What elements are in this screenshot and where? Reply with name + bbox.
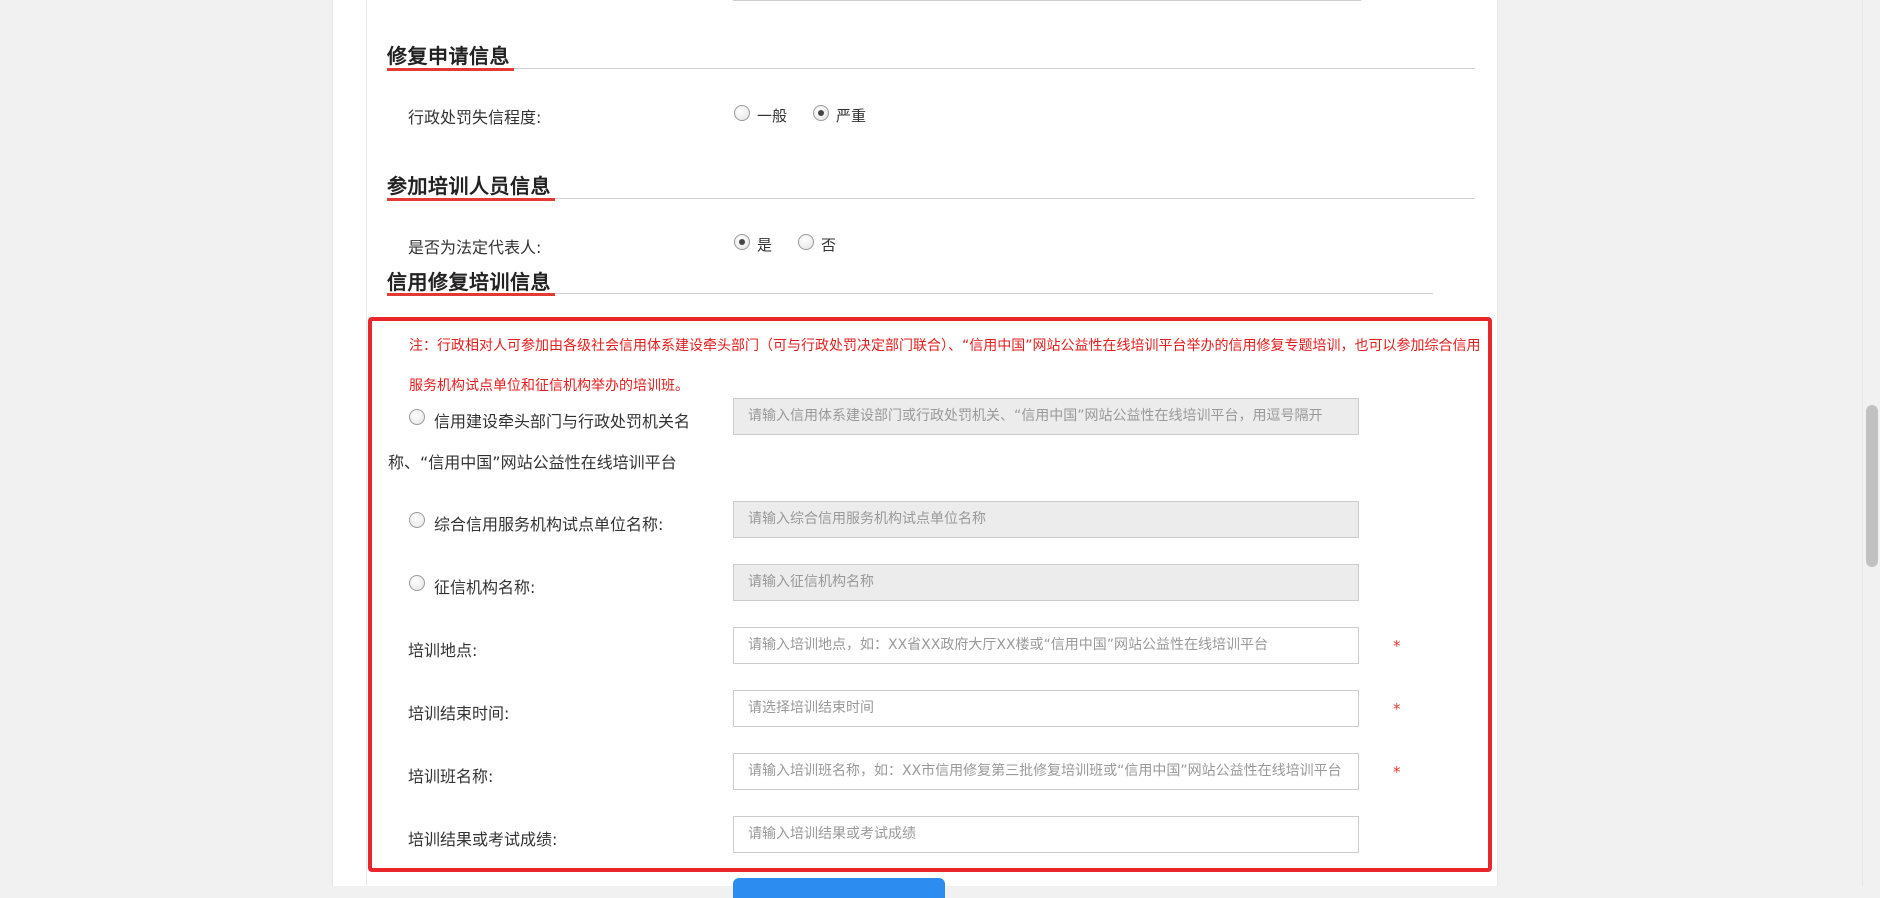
submit-button[interactable]	[733, 878, 945, 898]
class-name-input[interactable]: 请输入培训班名称，如：XX市信用修复第三批修复培训班或“信用中国”网站公益性在线…	[733, 753, 1359, 790]
scrollbar-thumb[interactable]	[1866, 405, 1878, 567]
section-underline-accent	[387, 68, 514, 71]
radio-pilot-unit[interactable]	[409, 512, 425, 528]
end-time-required-mark: *	[1393, 700, 1401, 718]
result-label: 培训结果或考试成绩:	[408, 830, 558, 849]
penalty-level-label: 行政处罚失信程度:	[408, 108, 542, 127]
lead-dept-label-line2: 称、“信用中国”网站公益性在线培训平台	[388, 453, 677, 472]
location-label: 培训地点:	[408, 641, 478, 660]
training-note: 注：行政相对人可参加由各级社会信用体系建设牵头部门（可与行政处罚决定部门联合）、…	[409, 338, 1481, 394]
lead-dept-label-line1: 信用建设牵头部门与行政处罚机关名	[434, 412, 691, 431]
radio-legal-rep-no-label: 否	[821, 236, 837, 254]
section-divider	[387, 68, 1475, 69]
section-underline-accent	[387, 293, 555, 296]
end-time-input[interactable]: 请选择培训结束时间	[733, 690, 1359, 727]
credit-agency-input[interactable]: 请输入征信机构名称	[733, 564, 1359, 601]
page-scrollbar[interactable]	[1862, 0, 1880, 886]
radio-credit-agency[interactable]	[409, 575, 425, 591]
legal-rep-label: 是否为法定代表人:	[408, 238, 542, 257]
credit-agency-label: 征信机构名称:	[434, 578, 536, 597]
end-time-label: 培训结束时间:	[408, 704, 510, 723]
previous-input-field[interactable]	[733, 0, 1361, 1]
radio-legal-rep-yes-label: 是	[757, 236, 773, 254]
result-input[interactable]: 请输入培训结果或考试成绩	[733, 816, 1359, 853]
pilot-unit-input[interactable]: 请输入综合信用服务机构试点单位名称	[733, 501, 1359, 538]
location-input[interactable]: 请输入培训地点，如：XX省XX政府大厅XX楼或“信用中国”网站公益性在线培训平台	[733, 627, 1359, 664]
radio-legal-rep-yes[interactable]	[734, 234, 750, 250]
class-name-required-mark: *	[1393, 763, 1401, 781]
location-required-mark: *	[1393, 637, 1401, 655]
radio-penalty-general-label: 一般	[757, 107, 788, 125]
radio-penalty-general[interactable]	[734, 105, 750, 121]
radio-penalty-serious-label: 严重	[836, 107, 867, 125]
section-underline-accent	[387, 198, 555, 201]
class-name-label: 培训班名称:	[408, 767, 494, 786]
section-title-repair-application: 修复申请信息	[387, 44, 510, 68]
lead-dept-input[interactable]: 请输入信用体系建设部门或行政处罚机关、“信用中国”网站公益性在线培训平台，用逗号…	[733, 398, 1359, 435]
radio-penalty-serious[interactable]	[813, 105, 829, 121]
section-title-credit-repair-training: 信用修复培训信息	[387, 270, 551, 294]
section-title-training-participant: 参加培训人员信息	[387, 174, 551, 198]
pilot-unit-label: 综合信用服务机构试点单位名称:	[434, 515, 664, 534]
radio-legal-rep-no[interactable]	[798, 234, 814, 250]
radio-lead-dept[interactable]	[409, 409, 425, 425]
